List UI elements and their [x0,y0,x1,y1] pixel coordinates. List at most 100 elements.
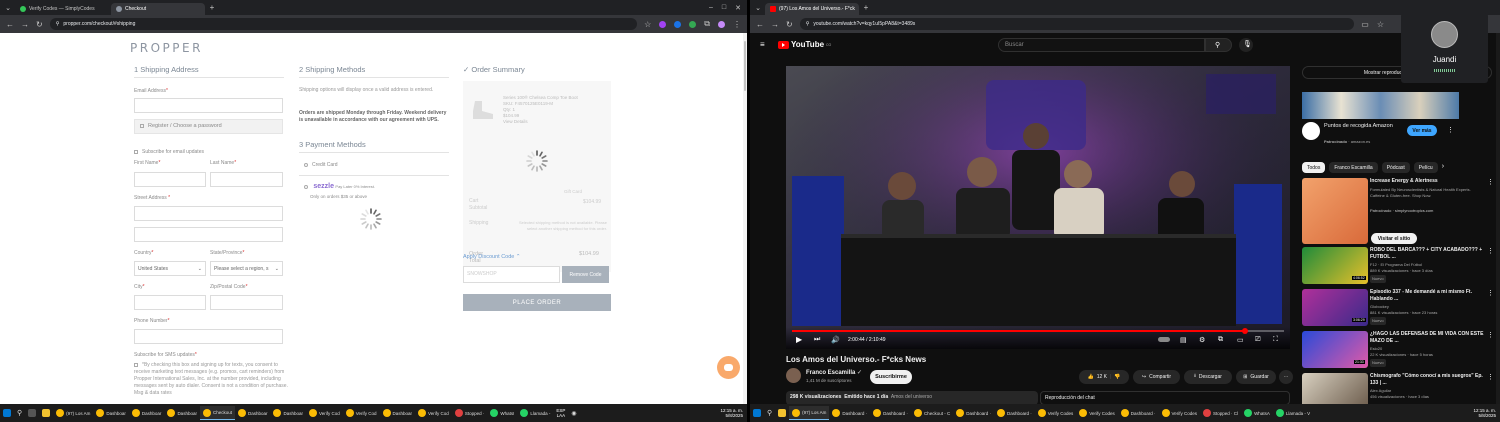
email-field[interactable] [134,98,283,113]
street-field-2[interactable] [134,227,283,242]
taskbar-app[interactable]: Dashboar [380,406,416,420]
volume-icon[interactable]: 🔊 [831,336,840,344]
taskbar-app[interactable]: Dashboar [235,406,271,420]
taskbar-app[interactable]: Verify Codes [1159,406,1201,420]
taskbar-app[interactable]: Verify Cod [343,406,380,420]
bookmark-star-icon[interactable]: ☆ [644,20,651,29]
fullscreen-icon[interactable]: ⛶ [1273,336,1278,344]
discount-code-field[interactable]: SNOWSHOP [463,266,560,283]
channel-avatar[interactable] [786,368,801,383]
cast-icon[interactable]: ⎚ [1255,336,1261,344]
address-bar[interactable]: ⚲ propper.com/checkout/#shipping [49,18,638,30]
phone-field[interactable] [134,329,283,344]
menu-kebab-icon[interactable]: ⋮ [733,20,741,29]
site-info-icon[interactable]: ⚲ [56,21,60,27]
sms-checkbox[interactable] [134,362,138,367]
ad-cta-button[interactable]: Ver más [1407,125,1437,136]
taskbar-app[interactable]: Stopped · Cl [1200,406,1241,420]
recommendation-item[interactable]: 21:33 ¿HAGO LAS DEFENSAS DE MI VIDA CON … [1302,331,1494,369]
zip-field[interactable] [210,295,283,310]
taskbar-search-icon[interactable]: ⚲ [14,406,25,420]
new-tab-icon[interactable]: + [207,3,217,12]
like-count[interactable]: 12 K [1097,374,1107,380]
reload-icon[interactable]: ↻ [36,20,43,29]
extension-icon[interactable] [674,20,682,28]
subscribe-email-checkbox[interactable] [134,149,138,154]
youtube-logo[interactable]: YouTube CO [778,40,831,49]
taskbar-app[interactable]: Verify Codes [1035,406,1077,420]
miniplayer-icon[interactable]: ⧉ [1218,336,1223,344]
back-icon[interactable]: ← [756,20,764,29]
visit-site-button[interactable]: Visitar el sitio [1371,233,1417,244]
state-select[interactable]: Please select a region, s ⌄ [210,261,283,276]
cast-icon[interactable]: ▭ [1361,20,1369,29]
taskbar-app[interactable]: Dashboard · [953,406,994,420]
ad-menu-icon[interactable]: ⋮ [1447,126,1454,134]
network-volume-icon[interactable]: ◉ [568,406,579,420]
street-field-1[interactable] [134,206,283,221]
bookmark-star-icon[interactable]: ☆ [1377,20,1384,29]
recommendation-item[interactable]: Chismografo "Cómo conocí a mis suegros" … [1302,373,1494,404]
hashtag-link[interactable]: Amos del universo [891,394,932,400]
taskbar-app[interactable]: (97) Los Am [789,406,830,420]
description-box[interactable]: 298 K visualizaciones Emitido hace 1 día… [786,391,1038,404]
tab-search-icon[interactable]: ⌄ [3,4,13,12]
forward-icon[interactable]: → [21,20,29,29]
reload-icon[interactable]: ↻ [786,20,793,29]
language-indicator[interactable]: ESP LAA [553,408,568,419]
taskbar-app[interactable]: Verify Cod [306,406,343,420]
recommendation-ad[interactable]: Increase Energy & Alertness Formulated B… [1302,178,1494,244]
call-overlay[interactable]: Juandi [1401,13,1488,83]
search-button[interactable]: ⚲ [1205,38,1232,52]
taskbar-app[interactable]: Verify Codes [1076,406,1118,420]
play-icon[interactable]: ▶ [796,335,802,344]
next-icon[interactable]: ⏭ [814,336,820,344]
channel-name[interactable]: Franco Escamilla ✓ [806,369,862,376]
progress-scrubber[interactable] [1241,328,1248,334]
taskbar-app[interactable]: Dashboar [93,406,129,420]
taskbar-app[interactable]: WhatsI [487,406,517,420]
clock[interactable]: 12:15 a. m. 5/8/2025 [1473,408,1500,419]
taskbar-app[interactable]: (97) Los Am [53,406,93,420]
propper-logo[interactable]: PROPPER [130,41,203,55]
recommendation-item[interactable]: 3:06:29 Episodio 337 - Me demandé a mi m… [1302,289,1494,327]
last-name-field[interactable] [210,172,283,187]
extension-icon[interactable] [659,20,667,28]
autoplay-toggle[interactable] [1158,337,1170,342]
first-name-field[interactable] [134,172,206,187]
chat-replay-header[interactable]: Reproducción del chat [1040,391,1290,404]
sezzle-option[interactable]: sezzle Pay Later 0% Interest. [304,183,375,190]
thumbs-down-icon[interactable]: 👎 [1114,374,1120,380]
hamburger-menu-icon[interactable]: ≡ [760,40,765,49]
view-details-link[interactable]: View Details [503,119,608,125]
subtitles-icon[interactable]: ▤ [1180,336,1187,344]
rec-menu-icon[interactable]: ⋮ [1487,373,1494,381]
video-progress-bar[interactable] [792,328,1284,334]
minimize-icon[interactable]: – [709,4,713,12]
taskbar-app[interactable]: Dashboard · [829,406,870,420]
remove-code-button[interactable]: Remove Code [562,266,609,283]
back-icon[interactable]: ← [6,20,14,29]
start-windows-icon[interactable] [750,406,764,420]
register-checkbox[interactable] [140,123,144,128]
tab-checkout[interactable]: Checkout [111,3,205,15]
chat-widget-button[interactable] [717,356,740,379]
city-field[interactable] [134,295,206,310]
credit-card-radio[interactable] [304,162,308,167]
sms-consent-text[interactable]: *By checking this box and signing up for… [134,362,288,397]
credit-card-option[interactable]: Credit Card [304,162,338,168]
taskbar-app[interactable]: Dashboar [129,406,165,420]
tab-youtube[interactable]: (97) Los Amos del Universo.- F*ck [765,3,859,15]
tab-search-icon[interactable]: ⌄ [753,4,763,12]
site-info-icon[interactable]: ⚲ [806,21,810,27]
share-button[interactable]: ↪ Compartir [1133,370,1180,384]
task-view-icon[interactable] [25,406,39,420]
download-button[interactable]: ⭳ Descargar [1184,370,1232,384]
chip-all[interactable]: Todos [1302,162,1326,173]
taskbar-app[interactable]: Dashboard · [994,406,1035,420]
rec-menu-icon[interactable]: ⋮ [1487,178,1494,186]
recommendation-item[interactable]: 4:06:52 ROBO DEL BARCA??? + CITY ACABADO… [1302,247,1494,285]
country-select[interactable]: United States ⌄ [134,261,206,276]
file-explorer-icon[interactable] [39,406,53,420]
extension-icon[interactable] [689,20,697,28]
